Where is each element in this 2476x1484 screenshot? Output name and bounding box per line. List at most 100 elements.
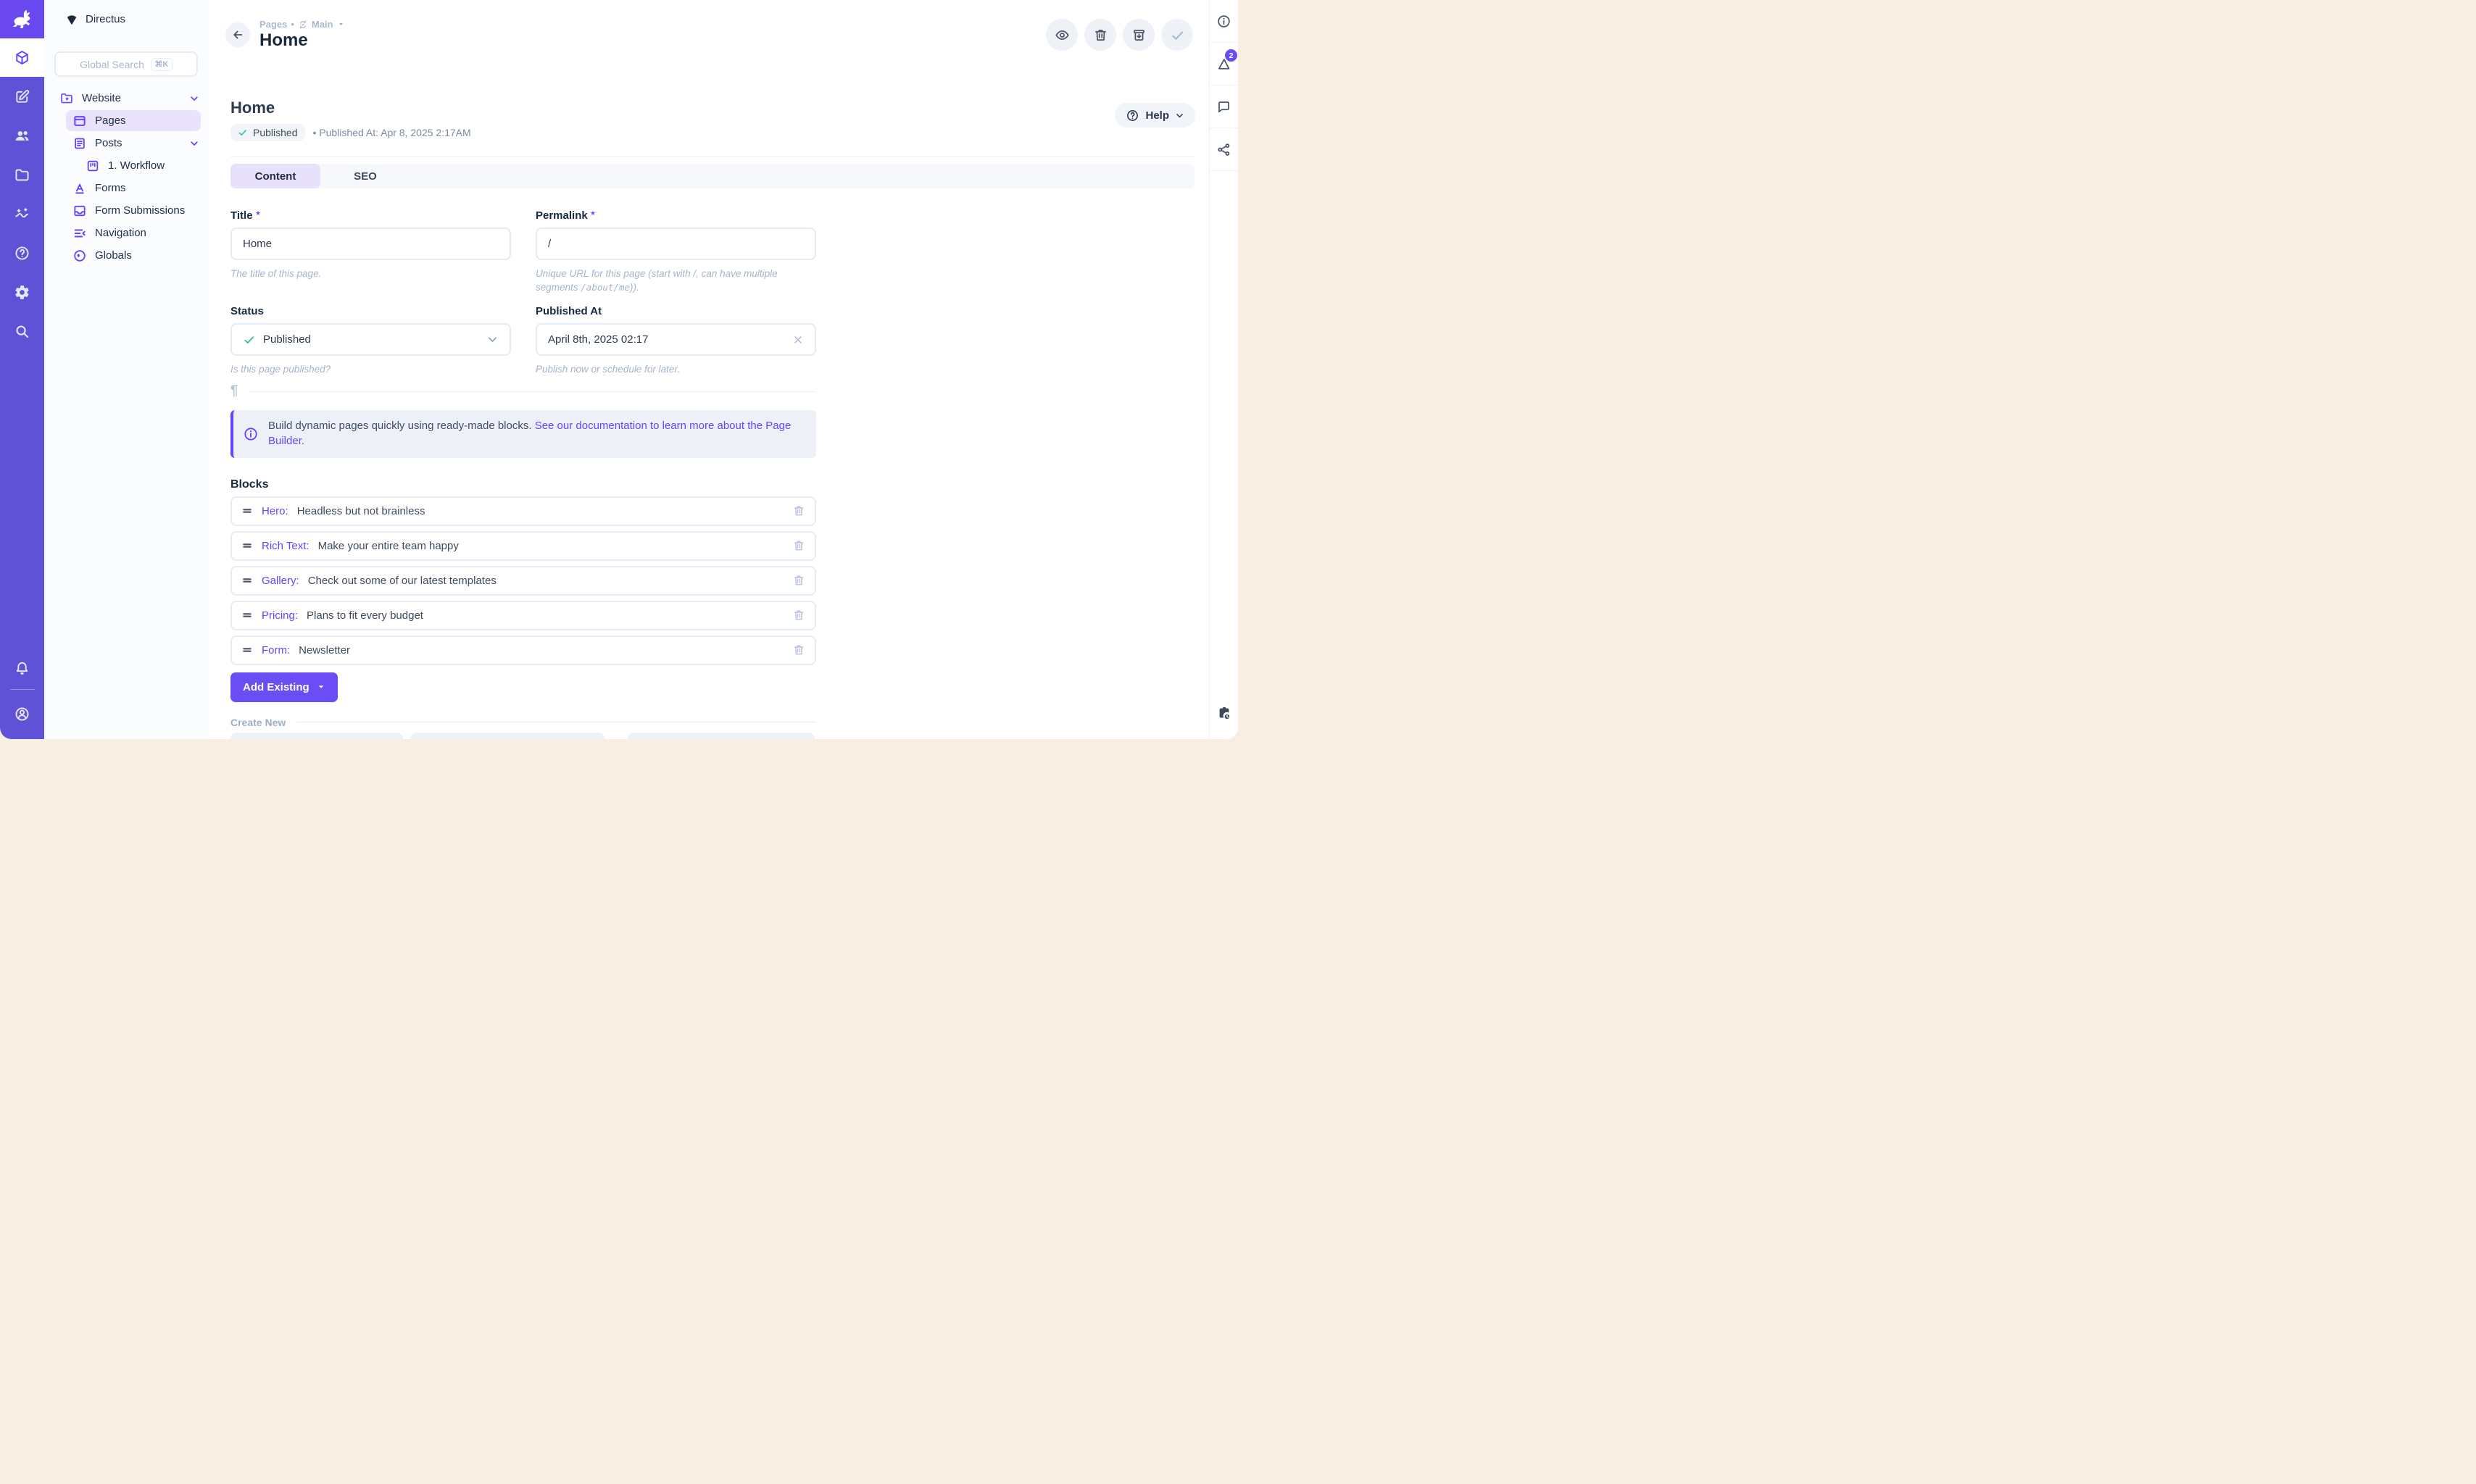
nav-item-posts[interactable]: Posts xyxy=(44,132,209,154)
pilcrow-icon[interactable]: ¶ xyxy=(230,383,238,399)
clear-x-icon[interactable] xyxy=(792,334,804,346)
drag-handle-icon[interactable] xyxy=(241,505,253,517)
menu-collapse-icon xyxy=(72,226,87,241)
page-title: Home xyxy=(259,30,345,51)
create-new-row: Create New xyxy=(230,717,816,728)
add-existing-button[interactable]: Add Existing xyxy=(230,672,338,702)
detail-title: Home xyxy=(230,99,1209,117)
status-select[interactable]: Published xyxy=(230,323,511,356)
save-button[interactable] xyxy=(1161,19,1193,51)
help-button[interactable]: Help xyxy=(1115,103,1195,128)
activity-log-button[interactable] xyxy=(1210,706,1238,722)
tab-seo[interactable]: SEO xyxy=(320,164,410,188)
module-insights[interactable] xyxy=(0,194,44,233)
clipboard-clock-icon xyxy=(1216,706,1232,722)
nav-item-navigation[interactable]: Navigation xyxy=(44,222,209,244)
trash-icon[interactable] xyxy=(792,574,805,587)
chevron-down-icon[interactable] xyxy=(189,138,199,149)
drag-handle-icon[interactable] xyxy=(241,575,253,586)
gear-icon xyxy=(14,284,30,301)
sidebar-revisions-button[interactable]: 2 xyxy=(1210,43,1238,86)
trash-icon[interactable] xyxy=(792,609,805,622)
preview-button[interactable] xyxy=(1046,19,1078,51)
item-detail: Home Published • Published At: Apr 8, 20… xyxy=(209,51,1209,739)
breadcrumb-version[interactable]: Main xyxy=(312,19,333,30)
archive-button[interactable] xyxy=(1123,19,1155,51)
delete-button[interactable] xyxy=(1084,19,1116,51)
published-at-input[interactable]: April 8th, 2025 02:17 xyxy=(536,323,816,356)
caret-down-icon[interactable] xyxy=(337,20,345,28)
insights-icon xyxy=(14,206,30,222)
chevron-down-icon xyxy=(1175,111,1184,120)
global-search-placeholder: Global Search xyxy=(80,59,144,70)
status-row: Published • Published At: Apr 8, 2025 2:… xyxy=(230,124,1209,141)
block-row-form[interactable]: Form: Newsletter xyxy=(230,635,816,665)
module-content[interactable] xyxy=(0,38,44,77)
back-button[interactable] xyxy=(225,22,250,47)
project-logo[interactable] xyxy=(0,0,44,38)
block-type: Rich Text: xyxy=(262,540,310,552)
nav-item-globals[interactable]: Globals xyxy=(44,244,209,267)
question-circle-icon xyxy=(1126,109,1139,122)
module-edit[interactable] xyxy=(0,77,44,116)
document-lines-icon xyxy=(72,136,87,151)
nav-item-workflow[interactable]: 1. Workflow xyxy=(44,154,209,177)
global-search-input[interactable]: Global Search ⌘K xyxy=(54,51,198,77)
permalink-input[interactable] xyxy=(548,238,804,250)
nav-label: 1. Workflow xyxy=(108,159,165,172)
notifications-bell[interactable] xyxy=(0,651,44,685)
trash-icon[interactable] xyxy=(792,643,805,656)
module-search[interactable] xyxy=(0,312,44,351)
nav-label: Form Submissions xyxy=(95,204,185,217)
title-input-wrapper xyxy=(230,228,511,260)
caret-down-icon xyxy=(317,683,325,691)
eye-icon xyxy=(1055,28,1070,43)
sidebar-info-button[interactable] xyxy=(1210,0,1238,43)
drag-handle-icon[interactable] xyxy=(241,540,253,551)
module-files[interactable] xyxy=(0,155,44,194)
field-grid: Title The title of this page. Permalink xyxy=(230,209,816,376)
create-new-card[interactable] xyxy=(411,733,605,739)
block-type: Gallery: xyxy=(262,575,299,587)
block-row-rich-text[interactable]: Rich Text: Make your entire team happy xyxy=(230,531,816,561)
module-settings[interactable] xyxy=(0,272,44,312)
header-actions xyxy=(1046,19,1193,51)
nav-item-forms[interactable]: Forms xyxy=(44,177,209,199)
title-input[interactable] xyxy=(243,238,499,250)
breadcrumb-collection[interactable]: Pages xyxy=(259,19,287,30)
nav-item-pages[interactable]: Pages xyxy=(66,110,201,131)
field-note: Is this page published? xyxy=(230,362,511,376)
block-row-pricing[interactable]: Pricing: Plans to fit every budget xyxy=(230,601,816,630)
block-title: Check out some of our latest templates xyxy=(308,575,497,587)
project-header[interactable]: Directus xyxy=(44,0,209,38)
field-label: Status xyxy=(230,305,511,317)
field-title: Title The title of this page. xyxy=(230,209,511,294)
trash-icon[interactable] xyxy=(792,504,805,517)
avatar-icon xyxy=(14,706,30,722)
create-new-card[interactable] xyxy=(230,733,403,739)
sidebar-comments-button[interactable] xyxy=(1210,86,1238,128)
tab-content[interactable]: Content xyxy=(230,164,320,188)
block-row-hero[interactable]: Hero: Headless but not brainless xyxy=(230,496,816,526)
drag-handle-icon[interactable] xyxy=(241,609,253,621)
project-name: Directus xyxy=(86,13,125,25)
blocks-heading: Blocks xyxy=(230,478,1209,491)
field-label: Permalink xyxy=(536,209,816,222)
chevron-down-icon[interactable] xyxy=(189,93,199,104)
breadcrumb[interactable]: Pages • Main xyxy=(259,19,345,30)
module-users[interactable] xyxy=(0,116,44,155)
create-new-card[interactable] xyxy=(628,733,815,739)
user-avatar[interactable] xyxy=(0,694,44,733)
nav-label: Website xyxy=(82,92,121,104)
info-circle-icon xyxy=(1216,14,1231,29)
nav-item-form-submissions[interactable]: Form Submissions xyxy=(44,199,209,222)
banner-text: Build dynamic pages quickly using ready-… xyxy=(268,419,803,449)
check-icon xyxy=(243,333,256,346)
nav-item-website[interactable]: Website xyxy=(44,87,209,109)
trash-icon[interactable] xyxy=(792,539,805,552)
drag-handle-icon[interactable] xyxy=(241,644,253,656)
sidebar-share-button[interactable] xyxy=(1210,128,1238,171)
globe-icon xyxy=(72,249,87,263)
module-help[interactable] xyxy=(0,233,44,272)
block-row-gallery[interactable]: Gallery: Check out some of our latest te… xyxy=(230,566,816,596)
